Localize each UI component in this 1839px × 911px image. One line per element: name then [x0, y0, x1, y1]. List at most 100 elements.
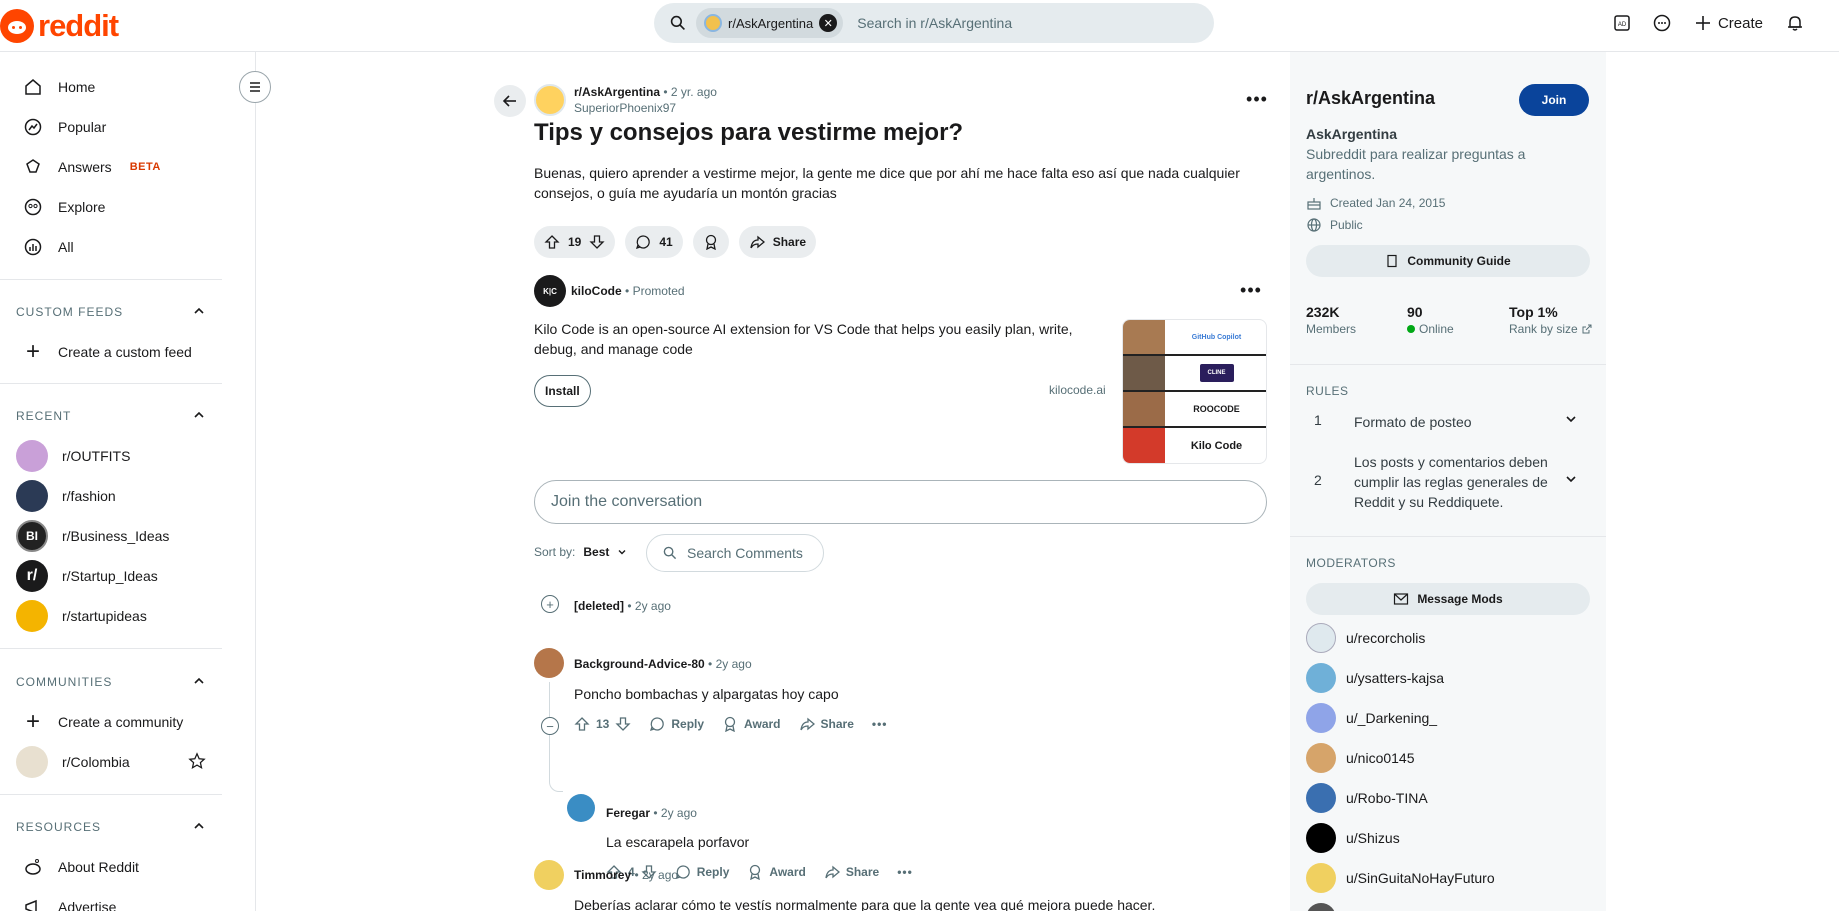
recent-item-outfits[interactable]: r/OUTFITS — [16, 436, 222, 476]
collapse-comment-icon[interactable]: − — [541, 717, 559, 735]
join-conversation-input[interactable]: Join the conversation — [534, 480, 1267, 524]
more-options-icon[interactable]: ••• — [897, 865, 913, 879]
reply-button[interactable]: Reply — [649, 716, 704, 732]
sidebar-label: r/Business_Ideas — [62, 528, 170, 544]
stat-rank[interactable]: Top 1% Rank by size — [1509, 304, 1592, 336]
search-subreddit-chip[interactable]: r/AskArgentina ✕ — [696, 8, 844, 38]
ad-domain-link[interactable]: kilocode.ai — [1049, 383, 1106, 397]
moderator-item[interactable]: u/Shizus — [1306, 823, 1400, 853]
all-icon — [22, 236, 44, 258]
share-button[interactable]: Share — [738, 226, 817, 258]
expand-comment-icon[interactable]: + — [541, 595, 559, 613]
collapse-sidebar-button[interactable] — [239, 71, 271, 103]
upvote-icon[interactable] — [544, 234, 560, 250]
comment-author[interactable]: Background-Advice-80 — [574, 657, 705, 671]
search-comments-input[interactable]: Search Comments — [646, 534, 824, 572]
chevron-up-icon — [192, 408, 206, 425]
chat-icon[interactable] — [1642, 3, 1682, 43]
downvote-icon[interactable] — [615, 716, 631, 732]
advertise-icon[interactable]: AD — [1602, 3, 1642, 43]
message-mods-button[interactable]: Message Mods — [1306, 583, 1590, 615]
rule-item[interactable]: 1 Formato de posteo — [1306, 412, 1590, 432]
more-options-icon[interactable]: ••• — [872, 717, 888, 731]
sidebar-item-popular[interactable]: Popular — [16, 107, 222, 147]
ad-image[interactable]: GitHub Copilot CLINE ROOCODE Kilo Code — [1122, 319, 1267, 464]
star-icon[interactable] — [188, 751, 206, 773]
create-community[interactable]: + Create a community — [16, 702, 222, 742]
moderator-item[interactable]: u/Robo-TINA — [1306, 783, 1428, 813]
chevron-up-icon — [192, 304, 206, 321]
comment-avatar[interactable] — [534, 648, 564, 678]
upvote-icon[interactable] — [574, 716, 590, 732]
post-author-link[interactable]: SuperiorPhoenix97 — [574, 101, 717, 115]
moderator-item[interactable]: u/nico0145 — [1306, 743, 1415, 773]
reddit-logo[interactable]: reddit — [0, 8, 119, 44]
comment-author[interactable]: Timmorey — [574, 868, 631, 882]
community-item-colombia[interactable]: r/Colombia — [16, 742, 206, 782]
post-meta: r/AskArgentina • 2 yr. ago SuperiorPhoen… — [574, 85, 717, 115]
resource-about-reddit[interactable]: About Reddit — [16, 847, 222, 887]
advertiser-name[interactable]: kiloCode — [571, 284, 622, 298]
more-options-icon[interactable]: ••• — [1241, 83, 1273, 115]
post-subreddit-link[interactable]: r/AskArgentina — [574, 85, 660, 99]
notifications-bell-icon[interactable] — [1775, 3, 1815, 43]
join-button[interactable]: Join — [1519, 84, 1589, 116]
create-button[interactable]: Create — [1682, 3, 1775, 43]
sort-control[interactable]: Sort by: Best — [534, 545, 627, 559]
moderator-item[interactable]: u/ysatters-kajsa — [1306, 663, 1444, 693]
resource-advertise[interactable]: Advertise — [16, 887, 222, 911]
sidebar-item-home[interactable]: Home — [16, 67, 222, 107]
recent-item-fashion[interactable]: r/fashion — [16, 476, 222, 516]
ad-text[interactable]: Kilo Code is an open-source AI extension… — [534, 319, 1094, 359]
award-button[interactable]: Award — [722, 716, 781, 732]
share-button[interactable]: Share — [799, 716, 854, 732]
sidebar-item-all[interactable]: All — [16, 227, 222, 267]
subreddit-avatar — [16, 440, 48, 472]
rule-item[interactable]: 2 Los posts y comentarios deben cumplir … — [1306, 452, 1590, 512]
visibility-line: Public — [1306, 217, 1363, 233]
comment-time: 2y ago — [634, 599, 671, 613]
custom-feeds-header[interactable]: CUSTOM FEEDS — [16, 302, 206, 322]
advertiser-avatar[interactable]: K|C — [534, 275, 566, 307]
comment-avatar[interactable] — [567, 794, 595, 822]
install-button[interactable]: Install — [534, 375, 591, 407]
moderator-item[interactable]: u/SinGuitaNoHayFuturo — [1306, 863, 1495, 893]
subreddit-avatar[interactable] — [534, 84, 566, 116]
recent-item-startup-ideas[interactable]: r/ r/Startup_Ideas — [16, 556, 222, 596]
downvote-icon[interactable] — [589, 234, 605, 250]
sidebar-item-explore[interactable]: Explore — [16, 187, 222, 227]
comment-avatar[interactable] — [534, 860, 564, 890]
communities-header[interactable]: COMMUNITIES — [16, 672, 206, 692]
recent-item-business-ideas[interactable]: BI r/Business_Ideas — [16, 516, 222, 556]
sidebar-divider — [0, 279, 222, 280]
search-input[interactable]: Search in r/AskArgentina — [857, 15, 1012, 31]
resources-header[interactable]: RESOURCES — [16, 817, 206, 837]
share-button[interactable]: Share — [824, 864, 879, 880]
sidebar-label: Advertise — [58, 899, 117, 911]
back-button[interactable] — [494, 85, 526, 117]
create-custom-feed[interactable]: + Create a custom feed — [16, 332, 222, 372]
beta-badge: BETA — [129, 161, 161, 173]
recent-item-startupideas[interactable]: r/startupideas — [16, 596, 222, 636]
share-label: Share — [845, 865, 880, 879]
popular-icon — [22, 116, 44, 138]
comments-button[interactable]: 41 — [625, 226, 683, 258]
close-icon[interactable]: ✕ — [819, 14, 838, 32]
community-title[interactable]: r/AskArgentina — [1306, 88, 1435, 109]
sidebar-label: Popular — [58, 119, 107, 135]
moderator-item[interactable] — [1306, 903, 1336, 911]
moderator-name: u/_Darkening_ — [1346, 710, 1438, 726]
search-bar[interactable]: r/AskArgentina ✕ Search in r/AskArgentin… — [654, 3, 1214, 43]
cake-icon — [1307, 198, 1321, 210]
award-button[interactable]: Award — [747, 864, 806, 880]
sidebar-item-answers[interactable]: Answers BETA — [16, 147, 222, 187]
comment-author[interactable]: Feregar — [606, 806, 650, 820]
recent-header[interactable]: RECENT — [16, 406, 206, 426]
moderator-item[interactable]: u/recorcholis — [1306, 623, 1425, 653]
subreddit-avatar — [704, 14, 722, 32]
award-button[interactable] — [692, 226, 729, 258]
community-guide-button[interactable]: Community Guide — [1306, 245, 1590, 277]
moderator-item[interactable]: u/_Darkening_ — [1306, 703, 1437, 733]
reply-button[interactable]: Reply — [675, 864, 729, 880]
ad-more-options-icon[interactable]: ••• — [1235, 274, 1267, 306]
